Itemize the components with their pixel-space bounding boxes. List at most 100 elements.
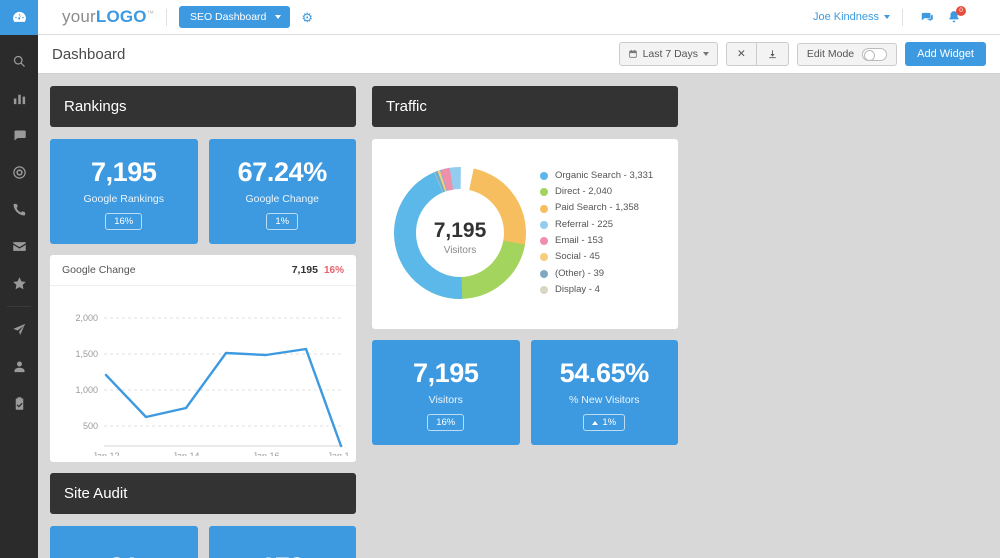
sidebar-item-mail[interactable] [0,228,38,265]
rankings-kpi-row: 7,195 Google Rankings 16% 67.24% Google … [50,139,356,244]
topbar-divider [902,8,903,26]
legend-item[interactable]: Display - 4 [540,282,653,298]
user-menu[interactable]: Joe Kindness [813,11,890,23]
clipboard-check-icon [15,397,23,410]
line-chart: 2,000 1,500 1,000 500 Jan 12 Jan 14 Jan … [75,313,348,456]
sidebar-item-send[interactable] [0,311,38,348]
legend-label: Paid Search - 1,358 [555,202,639,214]
visitors-donut-chart: 7,195 Visitors [394,167,526,299]
legend-label: Display - 4 [555,283,600,295]
svg-text:500: 500 [83,421,98,431]
date-range-label: Last 7 Days [642,47,699,60]
card-header: Google Change 7,195 16% [50,255,356,286]
kpi-value: 21 [54,552,194,558]
rail-items [0,35,38,422]
toolbar-button-group: ✕ [726,41,789,67]
traffic-donut-card: 7,195 Visitors Organic Search - 3,331 Di… [372,139,678,329]
dashboard-app: yourLOGO™ SEO Dashboard ⚙ Joe Kindness 0 [0,0,1000,558]
sidebar-item-search[interactable] [0,43,38,80]
legend-color-dot [540,204,548,213]
edit-mode-toggle[interactable]: Edit Mode [796,42,898,66]
legend-item[interactable]: Paid Search - 1,358 [540,200,653,216]
traffic-kpi-row: 7,195 Visitors 16% 54.65% % New Visitors… [372,340,678,445]
legend-color-dot [540,171,548,180]
kpi-card[interactable]: 21 Errors [50,526,198,558]
search-icon [13,55,25,67]
legend-label: Social - 45 [555,251,600,263]
help-circle-icon[interactable] [974,10,988,24]
section-traffic: Traffic 7,195 Visitors Organic Search - … [372,86,678,473]
card-title: Google Change [62,264,136,276]
kpi-badge: 16% [105,213,143,230]
legend-item[interactable]: (Other) - 39 [540,266,653,282]
kpi-badge: 1% [583,414,626,431]
phone-icon [13,203,25,216]
brand-logo-text: LOGO [95,7,147,26]
section-title-traffic: Traffic [372,86,678,127]
kpi-card[interactable]: 7,195 Visitors 16% [372,340,520,445]
legend-item[interactable]: Referral - 225 [540,217,653,233]
donut-center-value: 7,195 [434,219,487,242]
kpi-badge-text: 16% [436,417,456,428]
calendar-icon [628,49,637,58]
legend-item[interactable]: Direct - 2,040 [540,184,653,200]
sidebar-item-tasks[interactable] [0,385,38,422]
svg-text:Jan 14: Jan 14 [172,451,199,456]
clear-button[interactable]: ✕ [726,41,756,67]
donut-legend: Organic Search - 3,331 Direct - 2,040 Pa… [540,168,653,299]
legend-color-dot [540,269,548,278]
left-nav-rail [0,0,38,558]
legend-item[interactable]: Email - 153 [540,233,653,249]
card-header-value: 7,195 [291,264,318,276]
edit-mode-label: Edit Mode [806,48,855,60]
notifications-bell[interactable]: 0 [947,6,966,24]
add-widget-button[interactable]: Add Widget [905,42,986,66]
user-name-label: Joe Kindness [812,11,879,23]
bar-chart-icon [13,94,25,105]
toggle-switch[interactable] [862,47,888,61]
page-toolbar: Last 7 Days ✕ Edit Mode Add Widget [618,41,986,67]
kpi-label: Google Change [245,193,320,205]
kpi-card[interactable]: 67.24% Google Change 1% [208,139,356,244]
kpi-card[interactable]: 173 Warnings [208,526,356,558]
kpi-label: Google Rankings [83,193,165,205]
chat-icon[interactable] [920,10,934,24]
kpi-card[interactable]: 7,195 Google Rankings 16% [50,139,198,244]
legend-item[interactable]: Social - 45 [540,249,653,265]
kpi-badge-text: 1% [602,417,617,428]
brand-logo[interactable]: yourLOGO™ [62,7,154,27]
chat-bubble-icon [14,130,26,141]
chevron-down-icon [884,15,890,19]
page-title: Dashboard [52,45,126,63]
donut-center-label: Visitors [444,245,477,256]
sidebar-item-contacts[interactable] [0,348,38,385]
date-range-selector[interactable]: Last 7 Days [618,41,719,67]
legend-label: Referral - 225 [555,218,614,230]
section-rankings: Rankings 7,195 Google Rankings 16% 67.24… [50,86,356,473]
sidebar-item-analytics[interactable] [0,80,38,117]
brand-trademark: ™ [146,10,154,18]
gear-icon[interactable]: ⚙ [301,11,313,24]
kpi-badge-text: 16% [114,216,134,227]
sidebar-item-messages[interactable] [0,117,38,154]
sidebar-item-calls[interactable] [0,191,38,228]
svg-text:Jan 12: Jan 12 [92,451,119,456]
rail-logo[interactable] [0,0,38,35]
brand-your: your [62,7,96,26]
legend-item[interactable]: Organic Search - 3,331 [540,168,653,184]
dashboard-selector[interactable]: SEO Dashboard [178,6,291,28]
dashboard-gauge-icon [12,11,26,22]
section-site-audit: Site Audit 21 Errors 173 Warnings Crawl … [50,473,356,558]
kpi-card[interactable]: 54.65% % New Visitors 1% [530,340,678,445]
site-audit-kpi-row: 21 Errors 173 Warnings [50,526,356,558]
rail-divider [7,306,31,307]
page-header: Dashboard Last 7 Days ✕ Edit Mode Add Wi… [38,35,1000,74]
download-button[interactable] [755,41,789,67]
target-icon [12,166,26,179]
section-title-rankings: Rankings [50,86,356,127]
widget-board: Rankings 7,195 Google Rankings 16% 67.24… [38,74,1000,558]
sidebar-item-favorites[interactable] [0,265,38,302]
kpi-value: 54.65% [559,358,650,388]
legend-color-dot [540,220,548,229]
sidebar-item-goals[interactable] [0,154,38,191]
